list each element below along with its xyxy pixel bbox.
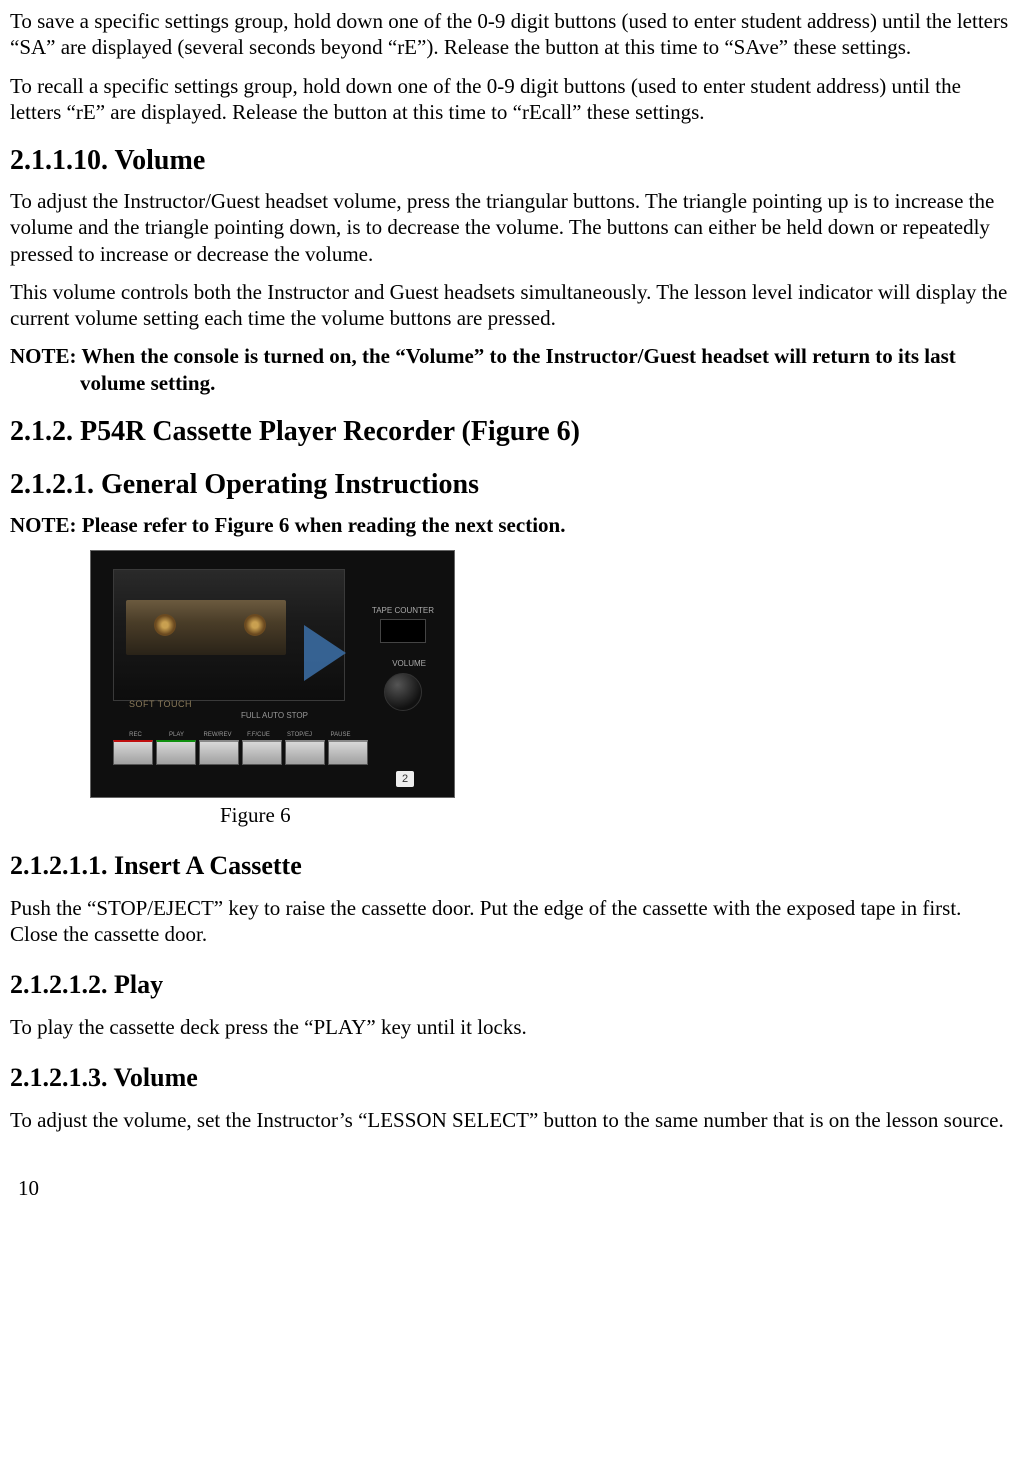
volume-knob	[384, 673, 422, 711]
cassette-player-image: SOFT TOUCH FULL AUTO STOP TAPE COUNTER V…	[90, 550, 455, 798]
label-rew: REW/REV	[197, 732, 238, 740]
deck-button-rew	[199, 740, 239, 765]
cassette-reel-right	[244, 614, 266, 636]
cassette-reel-left	[154, 614, 176, 636]
source-number-badge: 2	[396, 771, 414, 787]
play-icon	[304, 625, 346, 681]
heading-2-1-2-1-1: 2.1.2.1.1. Insert A Cassette	[10, 850, 1009, 883]
paragraph-volume-adjust: To adjust the Instructor/Guest headset v…	[10, 188, 1009, 267]
label-ff: F.F/CUE	[238, 732, 279, 740]
deck-button-stop	[285, 740, 325, 765]
heading-2-1-2: 2.1.2. P54R Cassette Player Recorder (Fi…	[10, 414, 1009, 449]
heading-2-1-2-1-2: 2.1.2.1.2. Play	[10, 969, 1009, 1002]
paragraph-insert-cassette: Push the “STOP/EJECT” key to raise the c…	[10, 895, 1009, 948]
heading-2-1-1-10: 2.1.1.10. Volume	[10, 143, 1009, 178]
paragraph-play: To play the cassette deck press the “PLA…	[10, 1014, 1009, 1040]
deck-button-row	[113, 740, 368, 765]
paragraph-save-settings: To save a specific settings group, hold …	[10, 8, 1009, 61]
note-volume-persist: NOTE: When the console is turned on, the…	[10, 343, 1009, 396]
deck-button-ff	[242, 740, 282, 765]
deck-button-rec	[113, 740, 153, 765]
figure-6-caption: Figure 6	[220, 802, 1009, 828]
deck-button-labels: REC PLAY REW/REV F.F/CUE STOP/EJ PAUSE	[115, 732, 361, 740]
label-soft-touch: SOFT TOUCH	[129, 699, 192, 710]
deck-button-pause	[328, 740, 368, 765]
figure-6: SOFT TOUCH FULL AUTO STOP TAPE COUNTER V…	[90, 550, 1009, 828]
page-number: 10	[18, 1175, 39, 1201]
tape-counter-display	[380, 619, 426, 643]
label-pause: PAUSE	[320, 732, 361, 740]
label-full-auto-stop: FULL AUTO STOP	[241, 711, 308, 721]
label-play: PLAY	[156, 732, 197, 740]
label-volume: VOLUME	[392, 659, 426, 669]
paragraph-recall-settings: To recall a specific settings group, hol…	[10, 73, 1009, 126]
label-stop: STOP/EJ	[279, 732, 320, 740]
note-refer-figure-6: NOTE: Please refer to Figure 6 when read…	[10, 512, 1009, 538]
label-tape-counter: TAPE COUNTER	[372, 606, 434, 616]
label-rec: REC	[115, 732, 156, 740]
paragraph-volume-lesson-select: To adjust the volume, set the Instructor…	[10, 1107, 1009, 1133]
heading-2-1-2-1-3: 2.1.2.1.3. Volume	[10, 1062, 1009, 1095]
deck-button-play	[156, 740, 196, 765]
cassette-door	[113, 569, 345, 701]
heading-2-1-2-1: 2.1.2.1. General Operating Instructions	[10, 467, 1009, 502]
paragraph-volume-indicator: This volume controls both the Instructor…	[10, 279, 1009, 332]
